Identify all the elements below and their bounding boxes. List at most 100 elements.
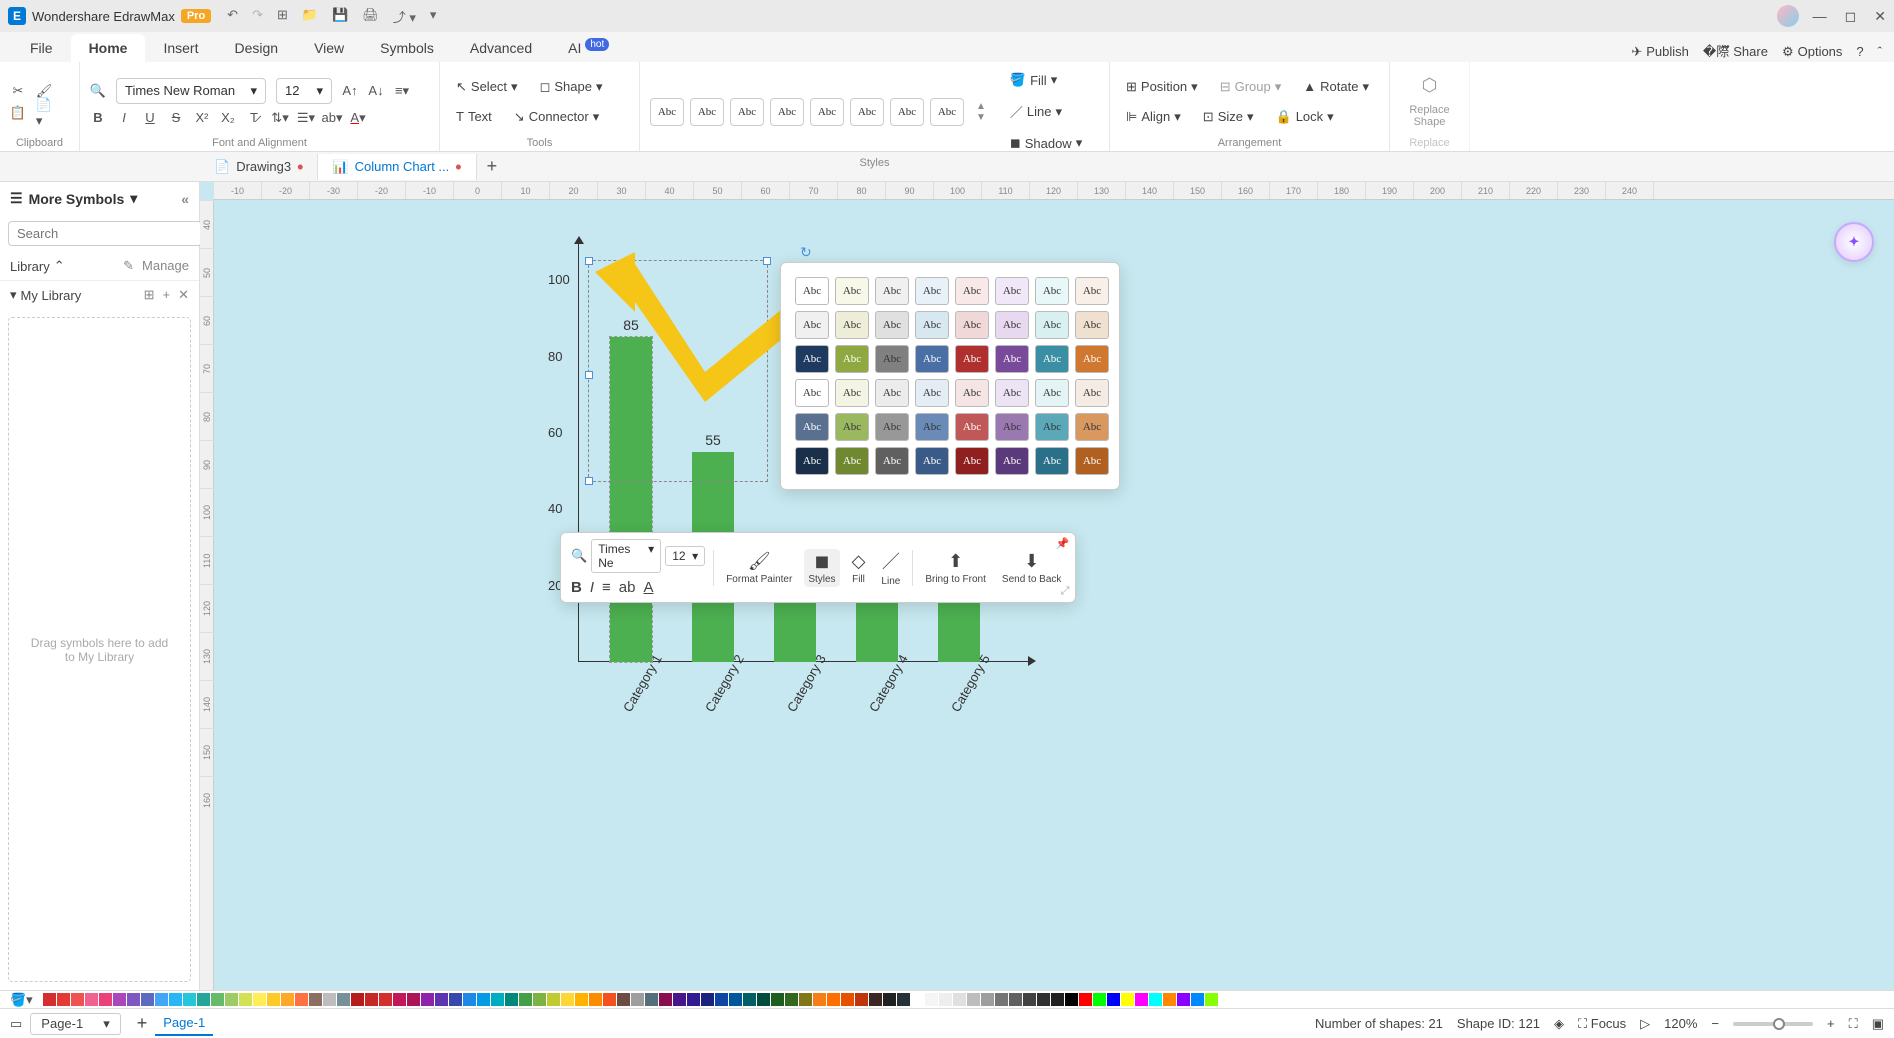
color-swatch[interactable] xyxy=(463,993,476,1006)
color-swatch[interactable] xyxy=(43,993,56,1006)
text-direction-icon[interactable]: ab xyxy=(619,579,636,596)
color-swatch[interactable] xyxy=(211,993,224,1006)
style-swatch[interactable]: Abc xyxy=(690,98,724,126)
style-swatch[interactable]: Abc xyxy=(995,345,1029,373)
style-swatch[interactable]: Abc xyxy=(955,345,989,373)
color-swatch[interactable] xyxy=(1107,993,1120,1006)
color-swatch[interactable] xyxy=(1051,993,1064,1006)
help-icon[interactable]: ? xyxy=(1856,44,1863,59)
color-swatch[interactable] xyxy=(267,993,280,1006)
color-swatch[interactable] xyxy=(491,993,504,1006)
open-icon[interactable]: 📁 xyxy=(302,7,318,26)
italic-icon[interactable]: I xyxy=(116,110,132,126)
color-swatch[interactable] xyxy=(127,993,140,1006)
collapse-sidebar-icon[interactable]: « xyxy=(181,191,189,207)
style-swatch[interactable]: Abc xyxy=(995,413,1029,441)
color-swatch[interactable] xyxy=(533,993,546,1006)
color-swatch[interactable] xyxy=(309,993,322,1006)
color-swatch[interactable] xyxy=(813,993,826,1006)
color-swatch[interactable] xyxy=(1093,993,1106,1006)
style-swatch[interactable]: Abc xyxy=(915,379,949,407)
color-swatch[interactable] xyxy=(113,993,126,1006)
color-swatch[interactable] xyxy=(1037,993,1050,1006)
color-swatch[interactable] xyxy=(57,993,70,1006)
color-swatch[interactable] xyxy=(687,993,700,1006)
style-swatch[interactable]: Abc xyxy=(1035,447,1069,475)
color-swatch[interactable] xyxy=(897,993,910,1006)
color-swatch[interactable] xyxy=(785,993,798,1006)
size-button[interactable]: ⊡ Size ▾ xyxy=(1197,105,1260,129)
style-swatch[interactable]: Abc xyxy=(875,379,909,407)
color-swatch[interactable] xyxy=(645,993,658,1006)
color-swatch[interactable] xyxy=(141,993,154,1006)
style-popup[interactable]: AbcAbcAbcAbcAbcAbcAbcAbcAbcAbcAbcAbcAbcA… xyxy=(780,262,1120,490)
cut-icon[interactable]: ✂ xyxy=(10,83,26,99)
collapse-ribbon-icon[interactable]: ˆ xyxy=(1878,44,1882,59)
fill-bucket-icon[interactable]: 🪣▾ xyxy=(10,992,33,1008)
style-swatch[interactable]: Abc xyxy=(915,277,949,305)
style-swatch[interactable]: Abc xyxy=(795,345,829,373)
color-swatch[interactable] xyxy=(1009,993,1022,1006)
style-swatch[interactable]: Abc xyxy=(835,311,869,339)
style-swatch[interactable]: Abc xyxy=(835,379,869,407)
style-swatch[interactable]: Abc xyxy=(875,277,909,305)
color-swatch[interactable] xyxy=(673,993,686,1006)
color-swatch[interactable] xyxy=(631,993,644,1006)
tab-ai[interactable]: AIhot xyxy=(550,34,627,62)
style-swatch[interactable]: Abc xyxy=(795,277,829,305)
color-swatch[interactable] xyxy=(71,993,84,1006)
select-tool[interactable]: ↖ Select ▾ xyxy=(450,75,524,99)
style-swatch[interactable]: Abc xyxy=(875,311,909,339)
color-swatch[interactable] xyxy=(1121,993,1134,1006)
style-swatch[interactable]: Abc xyxy=(1035,413,1069,441)
style-swatch[interactable]: Abc xyxy=(1075,413,1109,441)
font-color-icon[interactable]: A▾ xyxy=(350,110,366,126)
style-swatch[interactable]: Abc xyxy=(795,379,829,407)
shape-tool[interactable]: ◻ Shape ▾ xyxy=(534,75,609,99)
color-swatch[interactable] xyxy=(477,993,490,1006)
style-swatch[interactable]: Abc xyxy=(930,98,964,126)
search-icon[interactable]: 🔍 xyxy=(571,548,587,564)
color-swatch[interactable] xyxy=(911,993,924,1006)
style-swatch[interactable]: Abc xyxy=(875,413,909,441)
text-direction-icon[interactable]: ab▾ xyxy=(324,110,340,126)
style-swatch[interactable]: Abc xyxy=(1035,311,1069,339)
color-swatch[interactable] xyxy=(197,993,210,1006)
maximize-icon[interactable]: ◻ xyxy=(1845,8,1857,25)
decrease-font-icon[interactable]: A↓ xyxy=(368,83,384,99)
search-input[interactable] xyxy=(8,221,202,246)
text-tool[interactable]: T Text xyxy=(450,105,498,128)
export-icon[interactable]: ⤴ ▾ xyxy=(393,7,416,26)
align-icon[interactable]: ≡ xyxy=(602,579,611,596)
tab-insert[interactable]: Insert xyxy=(145,34,216,62)
color-swatch[interactable] xyxy=(869,993,882,1006)
increase-font-icon[interactable]: A↑ xyxy=(342,83,358,99)
style-swatch[interactable]: Abc xyxy=(915,447,949,475)
color-swatch[interactable] xyxy=(253,993,266,1006)
group-button[interactable]: ⊟ Group ▾ xyxy=(1214,75,1288,99)
font-size-select[interactable]: 12▾ xyxy=(276,78,332,104)
add-icon[interactable]: + xyxy=(163,287,171,303)
replace-shape-icon[interactable]: ⬡ xyxy=(1422,75,1438,96)
sidebar-title[interactable]: More Symbols xyxy=(29,191,125,207)
lock-button[interactable]: 🔒 Lock ▾ xyxy=(1270,105,1340,129)
style-swatch[interactable]: Abc xyxy=(915,413,949,441)
bold-icon[interactable]: B xyxy=(571,579,582,596)
style-swatch[interactable]: Abc xyxy=(1075,447,1109,475)
underline-icon[interactable]: U xyxy=(142,110,158,126)
line-button[interactable]: ／ Line ▾ xyxy=(1004,98,1088,125)
color-swatch[interactable] xyxy=(379,993,392,1006)
rotate-button[interactable]: ▲ Rotate ▾ xyxy=(1297,75,1375,99)
more-icon[interactable]: ▾ xyxy=(430,7,437,26)
style-swatch[interactable]: Abc xyxy=(955,311,989,339)
style-swatch[interactable]: Abc xyxy=(1075,379,1109,407)
tab-symbols[interactable]: Symbols xyxy=(362,34,452,62)
color-swatch[interactable] xyxy=(925,993,938,1006)
color-swatch[interactable] xyxy=(351,993,364,1006)
color-swatch[interactable] xyxy=(715,993,728,1006)
color-swatch[interactable] xyxy=(939,993,952,1006)
pin-icon[interactable]: 📌 xyxy=(1056,537,1070,550)
color-swatch[interactable] xyxy=(799,993,812,1006)
style-swatch[interactable]: Abc xyxy=(1075,277,1109,305)
color-swatch[interactable] xyxy=(1135,993,1148,1006)
